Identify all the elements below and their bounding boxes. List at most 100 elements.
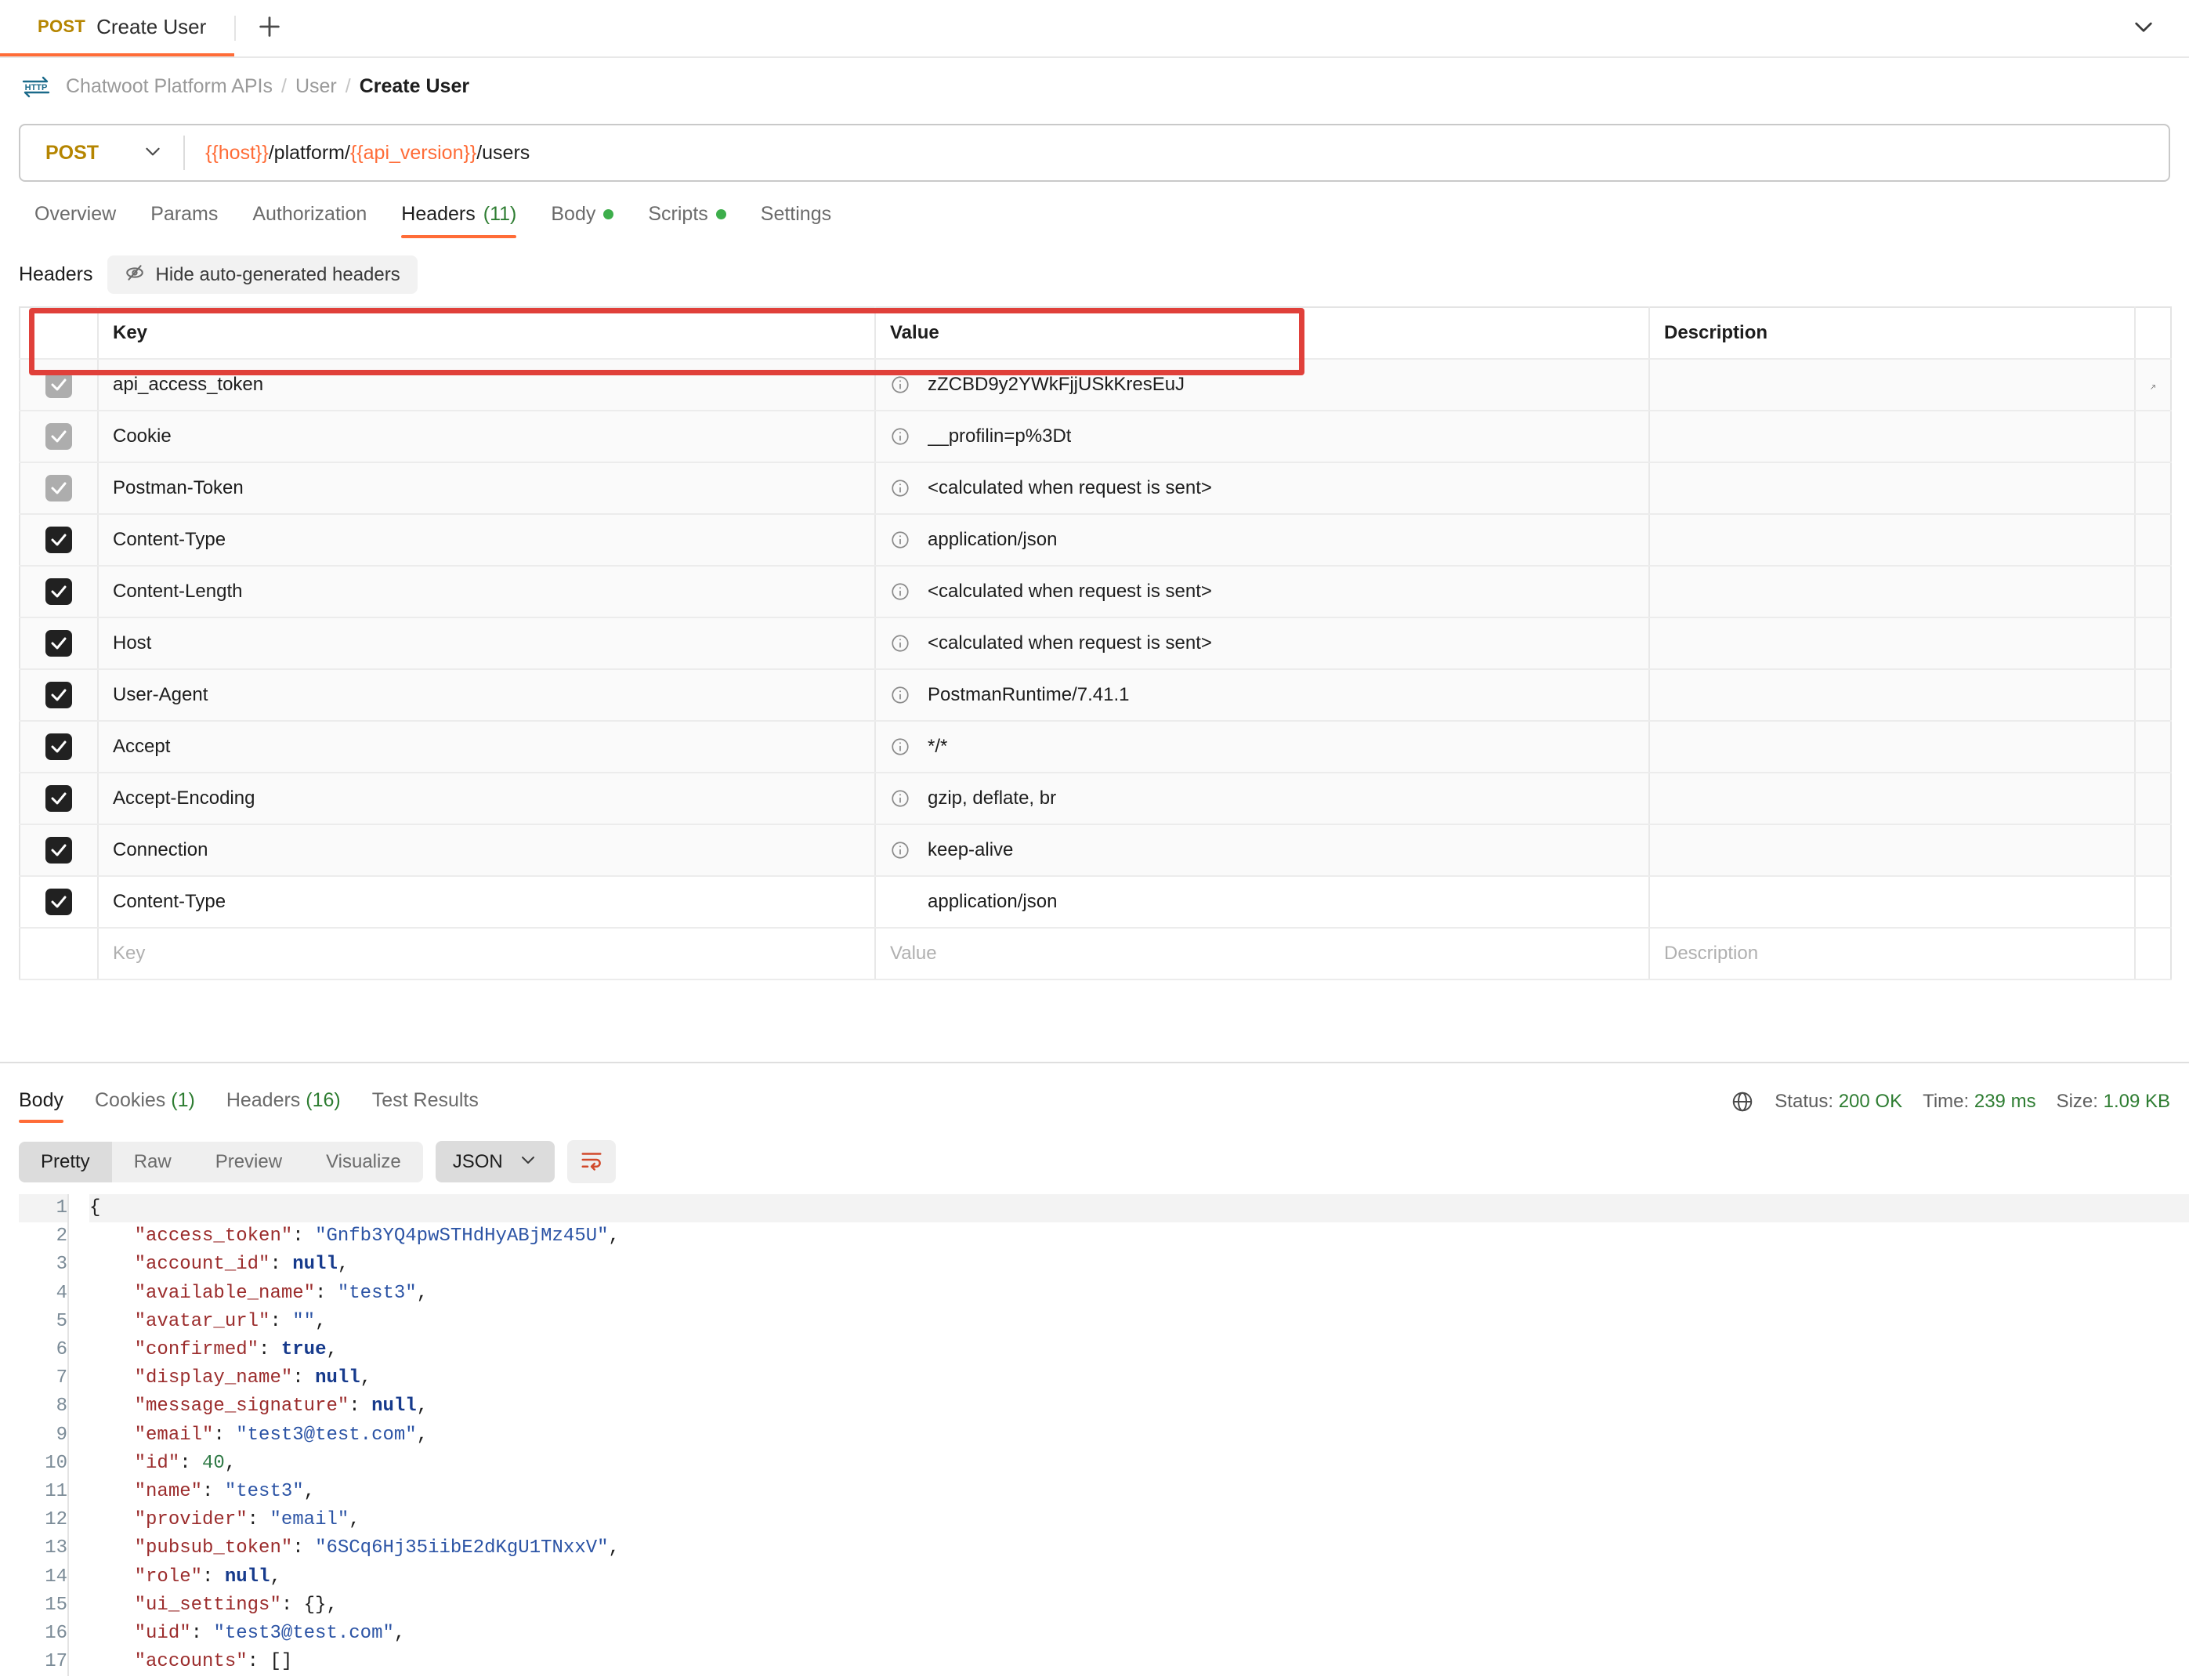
header-enable-checkbox-cell[interactable] (20, 721, 98, 773)
header-key-cell[interactable]: Content-Length (98, 566, 875, 617)
header-row-actions-cell[interactable] (2135, 462, 2171, 514)
checkbox-icon[interactable] (45, 785, 72, 812)
format-tab-pretty[interactable]: Pretty (19, 1142, 112, 1182)
header-enable-checkbox-cell[interactable] (20, 566, 98, 617)
http-method-select[interactable]: POST (20, 125, 183, 180)
breadcrumb-collection[interactable]: Chatwoot Platform APIs (66, 75, 273, 98)
request-tab-overview[interactable]: Overview (17, 203, 133, 238)
header-description-cell[interactable] (1649, 462, 2135, 514)
info-icon[interactable] (890, 426, 910, 447)
header-enable-checkbox-cell[interactable] (20, 359, 98, 411)
breadcrumb-request[interactable]: Create User (360, 75, 469, 98)
header-row-actions-cell[interactable] (2135, 617, 2171, 669)
checkbox-icon[interactable] (45, 423, 72, 450)
checkbox-icon[interactable] (45, 578, 72, 605)
header-row-actions-cell[interactable] (2135, 669, 2171, 721)
header-value-cell[interactable]: zZCBD9y2YWkFjjUSkKresEuJ (875, 359, 1649, 411)
header-enable-checkbox-cell[interactable] (20, 876, 98, 928)
header-key-cell[interactable]: User-Agent (98, 669, 875, 721)
request-tab-create-user[interactable]: POST Create User (0, 0, 234, 56)
header-description-cell[interactable] (1649, 773, 2135, 824)
header-key-cell[interactable]: Accept (98, 721, 875, 773)
info-icon[interactable] (890, 840, 910, 860)
header-row-actions-cell[interactable] (2135, 824, 2171, 876)
request-tab-scripts[interactable]: Scripts (631, 203, 743, 238)
header-value-cell[interactable]: <calculated when request is sent> (875, 617, 1649, 669)
header-key-cell[interactable]: api_access_token (98, 359, 875, 411)
new-header-key-input[interactable]: Key (98, 928, 875, 979)
header-key-cell[interactable]: Connection (98, 824, 875, 876)
header-enable-checkbox-cell[interactable] (20, 773, 98, 824)
checkbox-icon[interactable] (45, 630, 72, 657)
request-tab-settings[interactable]: Settings (744, 203, 848, 238)
header-description-cell[interactable] (1649, 824, 2135, 876)
header-key-cell[interactable]: Accept-Encoding (98, 773, 875, 824)
info-icon[interactable] (890, 737, 910, 757)
header-value-cell[interactable]: application/json (875, 876, 1649, 928)
info-icon[interactable] (890, 788, 910, 809)
hide-auto-generated-headers-button[interactable]: Hide auto-generated headers (107, 255, 418, 294)
header-enable-checkbox-cell[interactable] (20, 411, 98, 462)
header-value-cell[interactable]: application/json (875, 514, 1649, 566)
header-description-cell[interactable] (1649, 359, 2135, 411)
header-row-actions-cell[interactable] (2135, 411, 2171, 462)
tab-list-dropdown-button[interactable] (2131, 14, 2156, 43)
header-row-actions-cell[interactable] (2135, 876, 2171, 928)
header-row-actions-cell[interactable] (2135, 359, 2171, 411)
header-value-cell[interactable]: gzip, deflate, br (875, 773, 1649, 824)
format-tab-preview[interactable]: Preview (194, 1142, 304, 1182)
checkbox-icon[interactable] (45, 475, 72, 501)
checkbox-icon[interactable] (45, 682, 72, 708)
table-row[interactable]: Cookie__profilin=p%3Dt (20, 411, 2171, 462)
url-input[interactable]: {{host}}/platform/{{api_version}}/users (185, 125, 2169, 180)
checkbox-icon[interactable] (45, 733, 72, 760)
table-row[interactable]: Content-Length<calculated when request i… (20, 566, 2171, 617)
header-enable-checkbox-cell[interactable] (20, 514, 98, 566)
info-icon[interactable] (890, 685, 910, 705)
expand-value-icon[interactable] (2150, 374, 2156, 395)
header-enable-checkbox-cell[interactable] (20, 462, 98, 514)
new-header-value-input[interactable]: Value (875, 928, 1649, 979)
response-tab-cookies[interactable]: Cookies (1) (79, 1089, 211, 1123)
header-value-cell[interactable]: keep-alive (875, 824, 1649, 876)
header-value-cell[interactable]: <calculated when request is sent> (875, 566, 1649, 617)
table-row[interactable]: Postman-Token<calculated when request is… (20, 462, 2171, 514)
info-icon[interactable] (890, 478, 910, 498)
header-description-cell[interactable] (1649, 514, 2135, 566)
header-value-cell[interactable]: */* (875, 721, 1649, 773)
checkbox-icon[interactable] (45, 837, 72, 864)
header-description-cell[interactable] (1649, 566, 2135, 617)
header-description-cell[interactable] (1649, 669, 2135, 721)
header-key-cell[interactable]: Cookie (98, 411, 875, 462)
header-description-cell[interactable] (1649, 411, 2135, 462)
request-tab-body[interactable]: Body (534, 203, 631, 238)
info-icon[interactable] (890, 375, 910, 395)
header-enable-checkbox-cell[interactable] (20, 617, 98, 669)
checkbox-icon[interactable] (45, 889, 72, 915)
new-tab-button[interactable] (236, 0, 303, 56)
response-tab-body[interactable]: Body (19, 1089, 79, 1123)
header-key-cell[interactable]: Content-Type (98, 514, 875, 566)
header-row-actions-cell[interactable] (2135, 721, 2171, 773)
header-row-actions-cell[interactable] (2135, 566, 2171, 617)
request-tab-params[interactable]: Params (133, 203, 235, 238)
response-tab-test-results[interactable]: Test Results (356, 1089, 494, 1123)
request-tab-headers[interactable]: Headers(11) (384, 203, 534, 238)
table-row[interactable]: Accept-Encodinggzip, deflate, br (20, 773, 2171, 824)
table-row[interactable]: Content-Typeapplication/json (20, 514, 2171, 566)
info-icon[interactable] (890, 633, 910, 654)
header-enable-checkbox-cell[interactable] (20, 669, 98, 721)
breadcrumb-folder[interactable]: User (295, 75, 337, 98)
format-tab-visualize[interactable]: Visualize (304, 1142, 423, 1182)
info-icon[interactable] (890, 530, 910, 550)
table-row[interactable]: Content-Typeapplication/json (20, 876, 2171, 928)
response-body-content[interactable]: { "access_token": "Gnfb3YQ4pwSTHdHyABjMz… (67, 1194, 2189, 1676)
header-key-cell[interactable]: Content-Type (98, 876, 875, 928)
checkbox-icon[interactable] (45, 371, 72, 398)
checkbox-icon[interactable] (45, 527, 72, 553)
format-tab-raw[interactable]: Raw (112, 1142, 194, 1182)
header-description-cell[interactable] (1649, 721, 2135, 773)
header-value-cell[interactable]: PostmanRuntime/7.41.1 (875, 669, 1649, 721)
response-language-select[interactable]: JSON (436, 1141, 555, 1182)
header-enable-checkbox-cell[interactable] (20, 824, 98, 876)
